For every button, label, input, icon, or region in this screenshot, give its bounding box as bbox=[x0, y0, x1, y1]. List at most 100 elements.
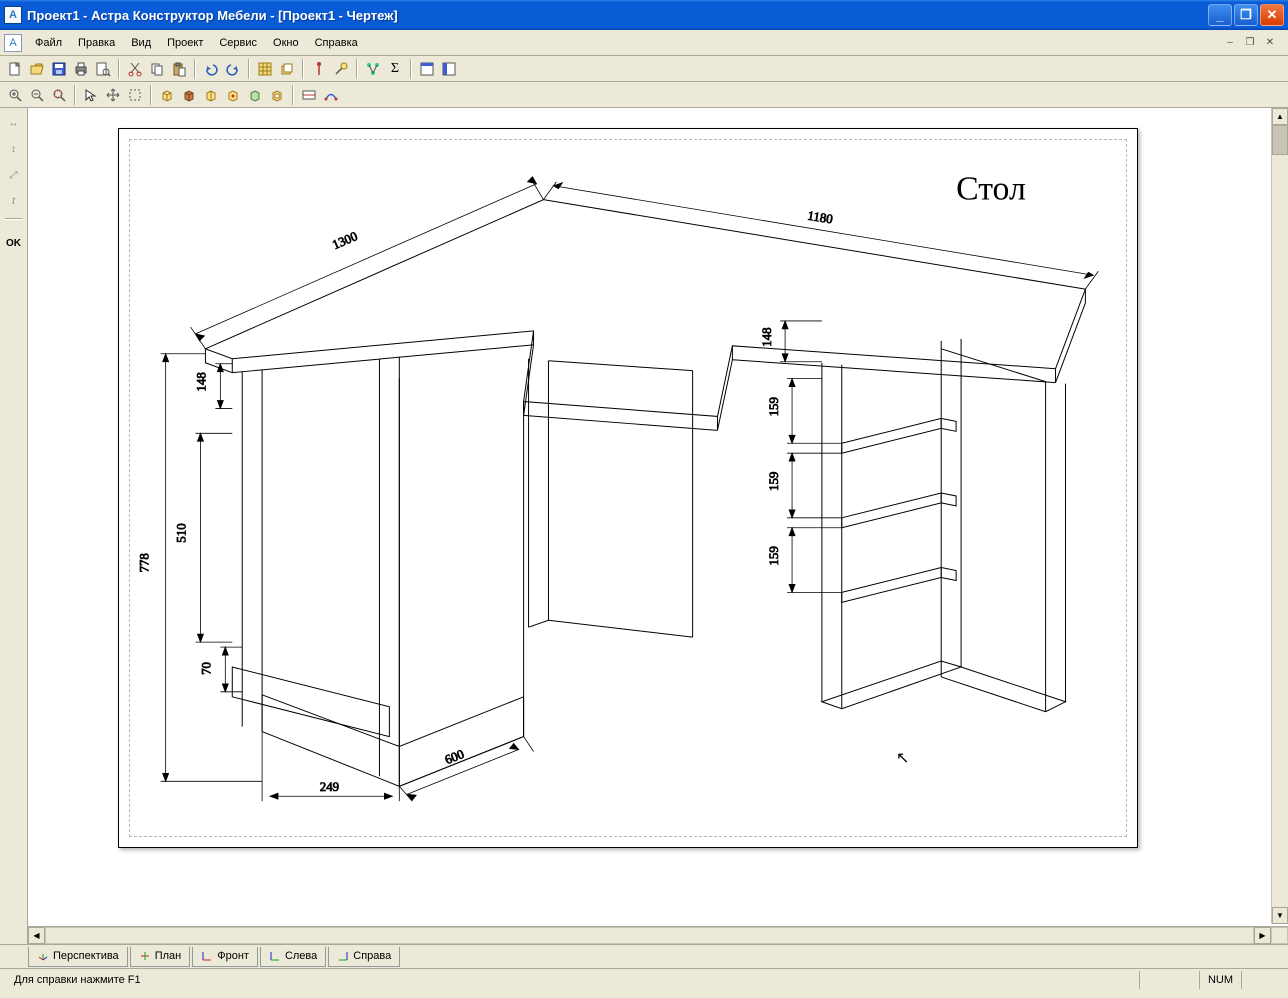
svg-text:159: 159 bbox=[766, 546, 781, 565]
mdi-close-button[interactable]: ✕ bbox=[1262, 36, 1278, 50]
measure-icon[interactable] bbox=[308, 58, 330, 80]
panel2-icon[interactable] bbox=[438, 58, 460, 80]
front-icon bbox=[201, 950, 213, 962]
ok-button[interactable]: OK bbox=[3, 232, 25, 254]
svg-text:148: 148 bbox=[759, 327, 774, 346]
menu-edit[interactable]: Правка bbox=[70, 34, 123, 52]
drawing-sheet: Стол bbox=[118, 128, 1138, 848]
grid-icon[interactable] bbox=[254, 58, 276, 80]
scroll-right-icon[interactable]: ▶ bbox=[1254, 927, 1271, 944]
probe-icon[interactable] bbox=[330, 58, 352, 80]
tab-label: План bbox=[155, 950, 182, 962]
scroll-down-icon[interactable]: ▼ bbox=[1272, 907, 1288, 924]
menu-project[interactable]: Проект bbox=[159, 34, 211, 52]
copy-icon[interactable] bbox=[146, 58, 168, 80]
menu-file[interactable]: Файл bbox=[27, 34, 70, 52]
tab-front[interactable]: Фронт bbox=[192, 947, 258, 967]
svg-text:600: 600 bbox=[443, 746, 467, 767]
axis-y-icon[interactable]: ↕ bbox=[3, 138, 25, 160]
left-icon bbox=[269, 950, 281, 962]
cut-icon[interactable] bbox=[124, 58, 146, 80]
layers-icon[interactable] bbox=[276, 58, 298, 80]
svg-text:1300: 1300 bbox=[330, 228, 360, 252]
redo-icon[interactable] bbox=[222, 58, 244, 80]
svg-text:510: 510 bbox=[174, 523, 189, 542]
tree-icon[interactable] bbox=[362, 58, 384, 80]
tab-label: Перспектива bbox=[53, 950, 119, 962]
window-titlebar: A Проект1 - Астра Конструктор Мебели - [… bbox=[0, 0, 1288, 30]
menu-service[interactable]: Сервис bbox=[211, 34, 265, 52]
menu-bar: A Файл Правка Вид Проект Сервис Окно Спр… bbox=[0, 30, 1288, 56]
print-preview-icon[interactable] bbox=[92, 58, 114, 80]
zoom-fit-icon[interactable] bbox=[48, 84, 70, 106]
svg-text:159: 159 bbox=[766, 397, 781, 416]
svg-text:249: 249 bbox=[320, 779, 339, 794]
mode-b-icon[interactable] bbox=[320, 84, 342, 106]
left-dock: ↔ ↕ ⤢ t OK bbox=[0, 108, 28, 944]
svg-text:70: 70 bbox=[198, 662, 213, 675]
canvas-area[interactable]: Стол bbox=[28, 108, 1288, 944]
tab-right[interactable]: Справа bbox=[328, 947, 400, 967]
view-tabs: Перспектива План Фронт Слева Справа bbox=[0, 944, 1288, 968]
technical-drawing: Стол bbox=[130, 140, 1126, 836]
tab-perspective[interactable]: Перспектива bbox=[28, 947, 128, 967]
svg-text:778: 778 bbox=[137, 553, 152, 572]
svg-text:159: 159 bbox=[766, 472, 781, 491]
mode-a-icon[interactable] bbox=[298, 84, 320, 106]
window-title: Проект1 - Астра Конструктор Мебели - [Пр… bbox=[27, 8, 1208, 23]
axis-z-icon[interactable]: ⤢ bbox=[3, 164, 25, 186]
paste-icon[interactable] bbox=[168, 58, 190, 80]
tab-left[interactable]: Слева bbox=[260, 947, 326, 967]
zoom-in-icon[interactable] bbox=[4, 84, 26, 106]
svg-text:1180: 1180 bbox=[807, 208, 834, 227]
menu-window[interactable]: Окно bbox=[265, 34, 307, 52]
sum-icon[interactable]: Σ bbox=[384, 58, 406, 80]
svg-text:148: 148 bbox=[193, 372, 208, 391]
status-bar: Для справки нажмите F1 NUM bbox=[0, 968, 1288, 990]
mdi-restore-button[interactable]: ❐ bbox=[1242, 36, 1258, 50]
status-help-text: Для справки нажмите F1 bbox=[6, 971, 1140, 989]
scroll-thumb[interactable] bbox=[1272, 125, 1288, 155]
axis-t-icon[interactable]: t bbox=[3, 190, 25, 212]
new-icon[interactable] bbox=[4, 58, 26, 80]
status-num-indicator: NUM bbox=[1200, 971, 1242, 989]
box3d-b-icon[interactable] bbox=[178, 84, 200, 106]
menu-help[interactable]: Справка bbox=[307, 34, 366, 52]
right-icon bbox=[337, 950, 349, 962]
box3d-d-icon[interactable] bbox=[222, 84, 244, 106]
print-icon[interactable] bbox=[70, 58, 92, 80]
zoom-out-icon[interactable] bbox=[26, 84, 48, 106]
undo-icon[interactable] bbox=[200, 58, 222, 80]
menu-view[interactable]: Вид bbox=[123, 34, 159, 52]
open-icon[interactable] bbox=[26, 58, 48, 80]
perspective-icon bbox=[37, 950, 49, 962]
maximize-button[interactable]: ❐ bbox=[1234, 4, 1258, 26]
scroll-left-icon[interactable]: ◀ bbox=[28, 927, 45, 944]
box-select-icon[interactable] bbox=[124, 84, 146, 106]
scroll-corner bbox=[1271, 927, 1288, 944]
horizontal-scrollbar[interactable] bbox=[45, 927, 1254, 944]
mdi-minimize-button[interactable]: – bbox=[1222, 36, 1238, 50]
box3d-c-icon[interactable] bbox=[200, 84, 222, 106]
drawing-title: Стол bbox=[956, 171, 1026, 208]
box3d-e-icon[interactable] bbox=[244, 84, 266, 106]
tab-plan[interactable]: План bbox=[130, 947, 191, 967]
vertical-scrollbar[interactable]: ▲ ▼ bbox=[1271, 108, 1288, 924]
scroll-up-icon[interactable]: ▲ bbox=[1272, 108, 1288, 125]
tab-label: Справа bbox=[353, 950, 391, 962]
save-icon[interactable] bbox=[48, 58, 70, 80]
box3d-f-icon[interactable] bbox=[266, 84, 288, 106]
tab-label: Слева bbox=[285, 950, 317, 962]
toolbar-view bbox=[0, 82, 1288, 108]
axis-x-icon[interactable]: ↔ bbox=[3, 112, 25, 134]
select-icon[interactable] bbox=[80, 84, 102, 106]
toolbar-standard: Σ bbox=[0, 56, 1288, 82]
panel-icon[interactable] bbox=[416, 58, 438, 80]
app-icon: A bbox=[4, 6, 22, 24]
app-menu-icon[interactable]: A bbox=[4, 34, 22, 52]
plan-icon bbox=[139, 950, 151, 962]
minimize-button[interactable]: _ bbox=[1208, 4, 1232, 26]
box3d-a-icon[interactable] bbox=[156, 84, 178, 106]
pan-icon[interactable] bbox=[102, 84, 124, 106]
close-button[interactable]: ✕ bbox=[1260, 4, 1284, 26]
